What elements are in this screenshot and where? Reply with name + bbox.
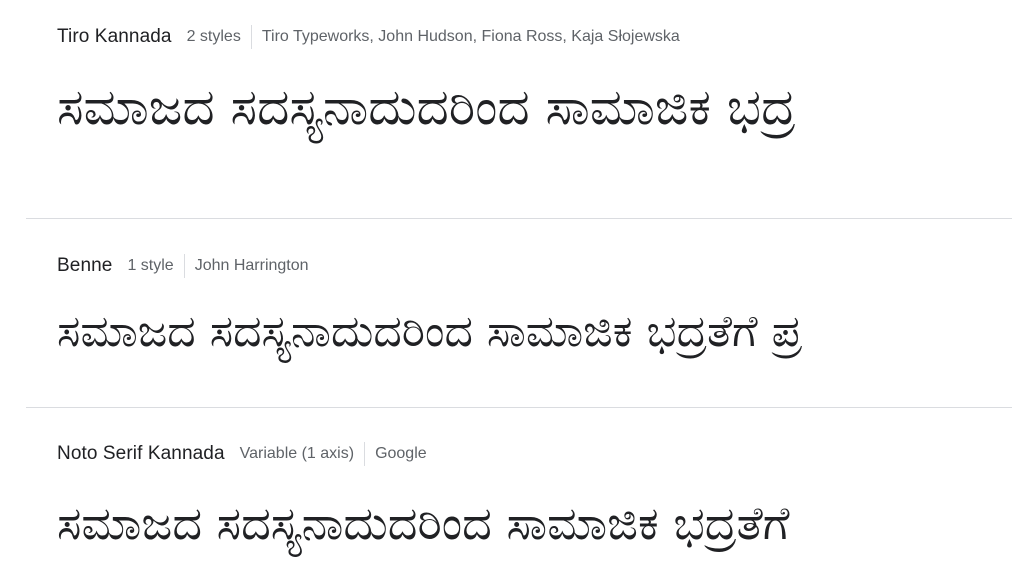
font-designers: Google bbox=[375, 445, 427, 462]
font-card-noto-serif-kannada[interactable]: Noto Serif Kannada Variable (1 axis) Goo… bbox=[26, 408, 1012, 568]
font-style-count: 1 style bbox=[127, 257, 174, 274]
font-results-list: Tiro Kannada 2 styles Tiro Typeworks, Jo… bbox=[0, 0, 1024, 568]
font-card-benne[interactable]: Benne 1 style John Harrington ಸಮಾಜದ ಸದಸ್… bbox=[26, 219, 1012, 408]
font-card-meta: Benne 1 style John Harrington bbox=[57, 254, 1012, 278]
font-style-count: 2 styles bbox=[186, 28, 241, 45]
font-preview-container: ಸಮಾಜದ ಸದಸ್ಯನಾದುದರಿಂದ ಸಾಮಾಜಿಕ ಭದ್ರ bbox=[57, 67, 977, 147]
font-preview-container: ಸಮಾಜದ ಸದಸ್ಯನಾದುದರಿಂದ ಸಾಮಾಜಿಕ ಭದ್ರತೆಗೆ ಪ್… bbox=[57, 299, 977, 365]
font-family-name[interactable]: Tiro Kannada bbox=[57, 25, 172, 49]
meta-divider bbox=[250, 25, 252, 49]
font-family-name[interactable]: Noto Serif Kannada bbox=[57, 442, 225, 466]
font-designers: Tiro Typeworks, John Hudson, Fiona Ross,… bbox=[261, 28, 680, 45]
meta-divider bbox=[183, 254, 185, 278]
font-style-count: Variable (1 axis) bbox=[239, 445, 355, 462]
font-card-tiro-kannada[interactable]: Tiro Kannada 2 styles Tiro Typeworks, Jo… bbox=[26, 0, 1012, 219]
meta-divider bbox=[364, 442, 366, 466]
font-preview-text: ಸಮಾಜದ ಸದಸ್ಯನಾದುದರಿಂದ ಸಾಮಾಜಿಕ ಭದ್ರತೆಗೆ ಪ್… bbox=[57, 306, 802, 357]
font-preview-container: ಸಮಾಜದ ಸದಸ್ಯನಾದುದರಿಂದ ಸಾಮಾಜಿಕ ಭದ್ರತೆಗೆ bbox=[57, 488, 977, 558]
font-card-meta: Tiro Kannada 2 styles Tiro Typeworks, Jo… bbox=[57, 25, 1012, 49]
font-card-meta: Noto Serif Kannada Variable (1 axis) Goo… bbox=[57, 442, 1012, 466]
font-family-name[interactable]: Benne bbox=[57, 254, 112, 278]
font-preview-text: ಸಮಾಜದ ಸದಸ್ಯನಾದುದರಿಂದ ಸಾಮಾಜಿಕ ಭದ್ರ bbox=[57, 78, 796, 136]
font-preview-text: ಸಮಾಜದ ಸದಸ್ಯನಾದುದರಿಂದ ಸಾಮಾಜಿಕ ಭದ್ರತೆಗೆ bbox=[57, 496, 790, 550]
font-designers: John Harrington bbox=[194, 257, 309, 274]
